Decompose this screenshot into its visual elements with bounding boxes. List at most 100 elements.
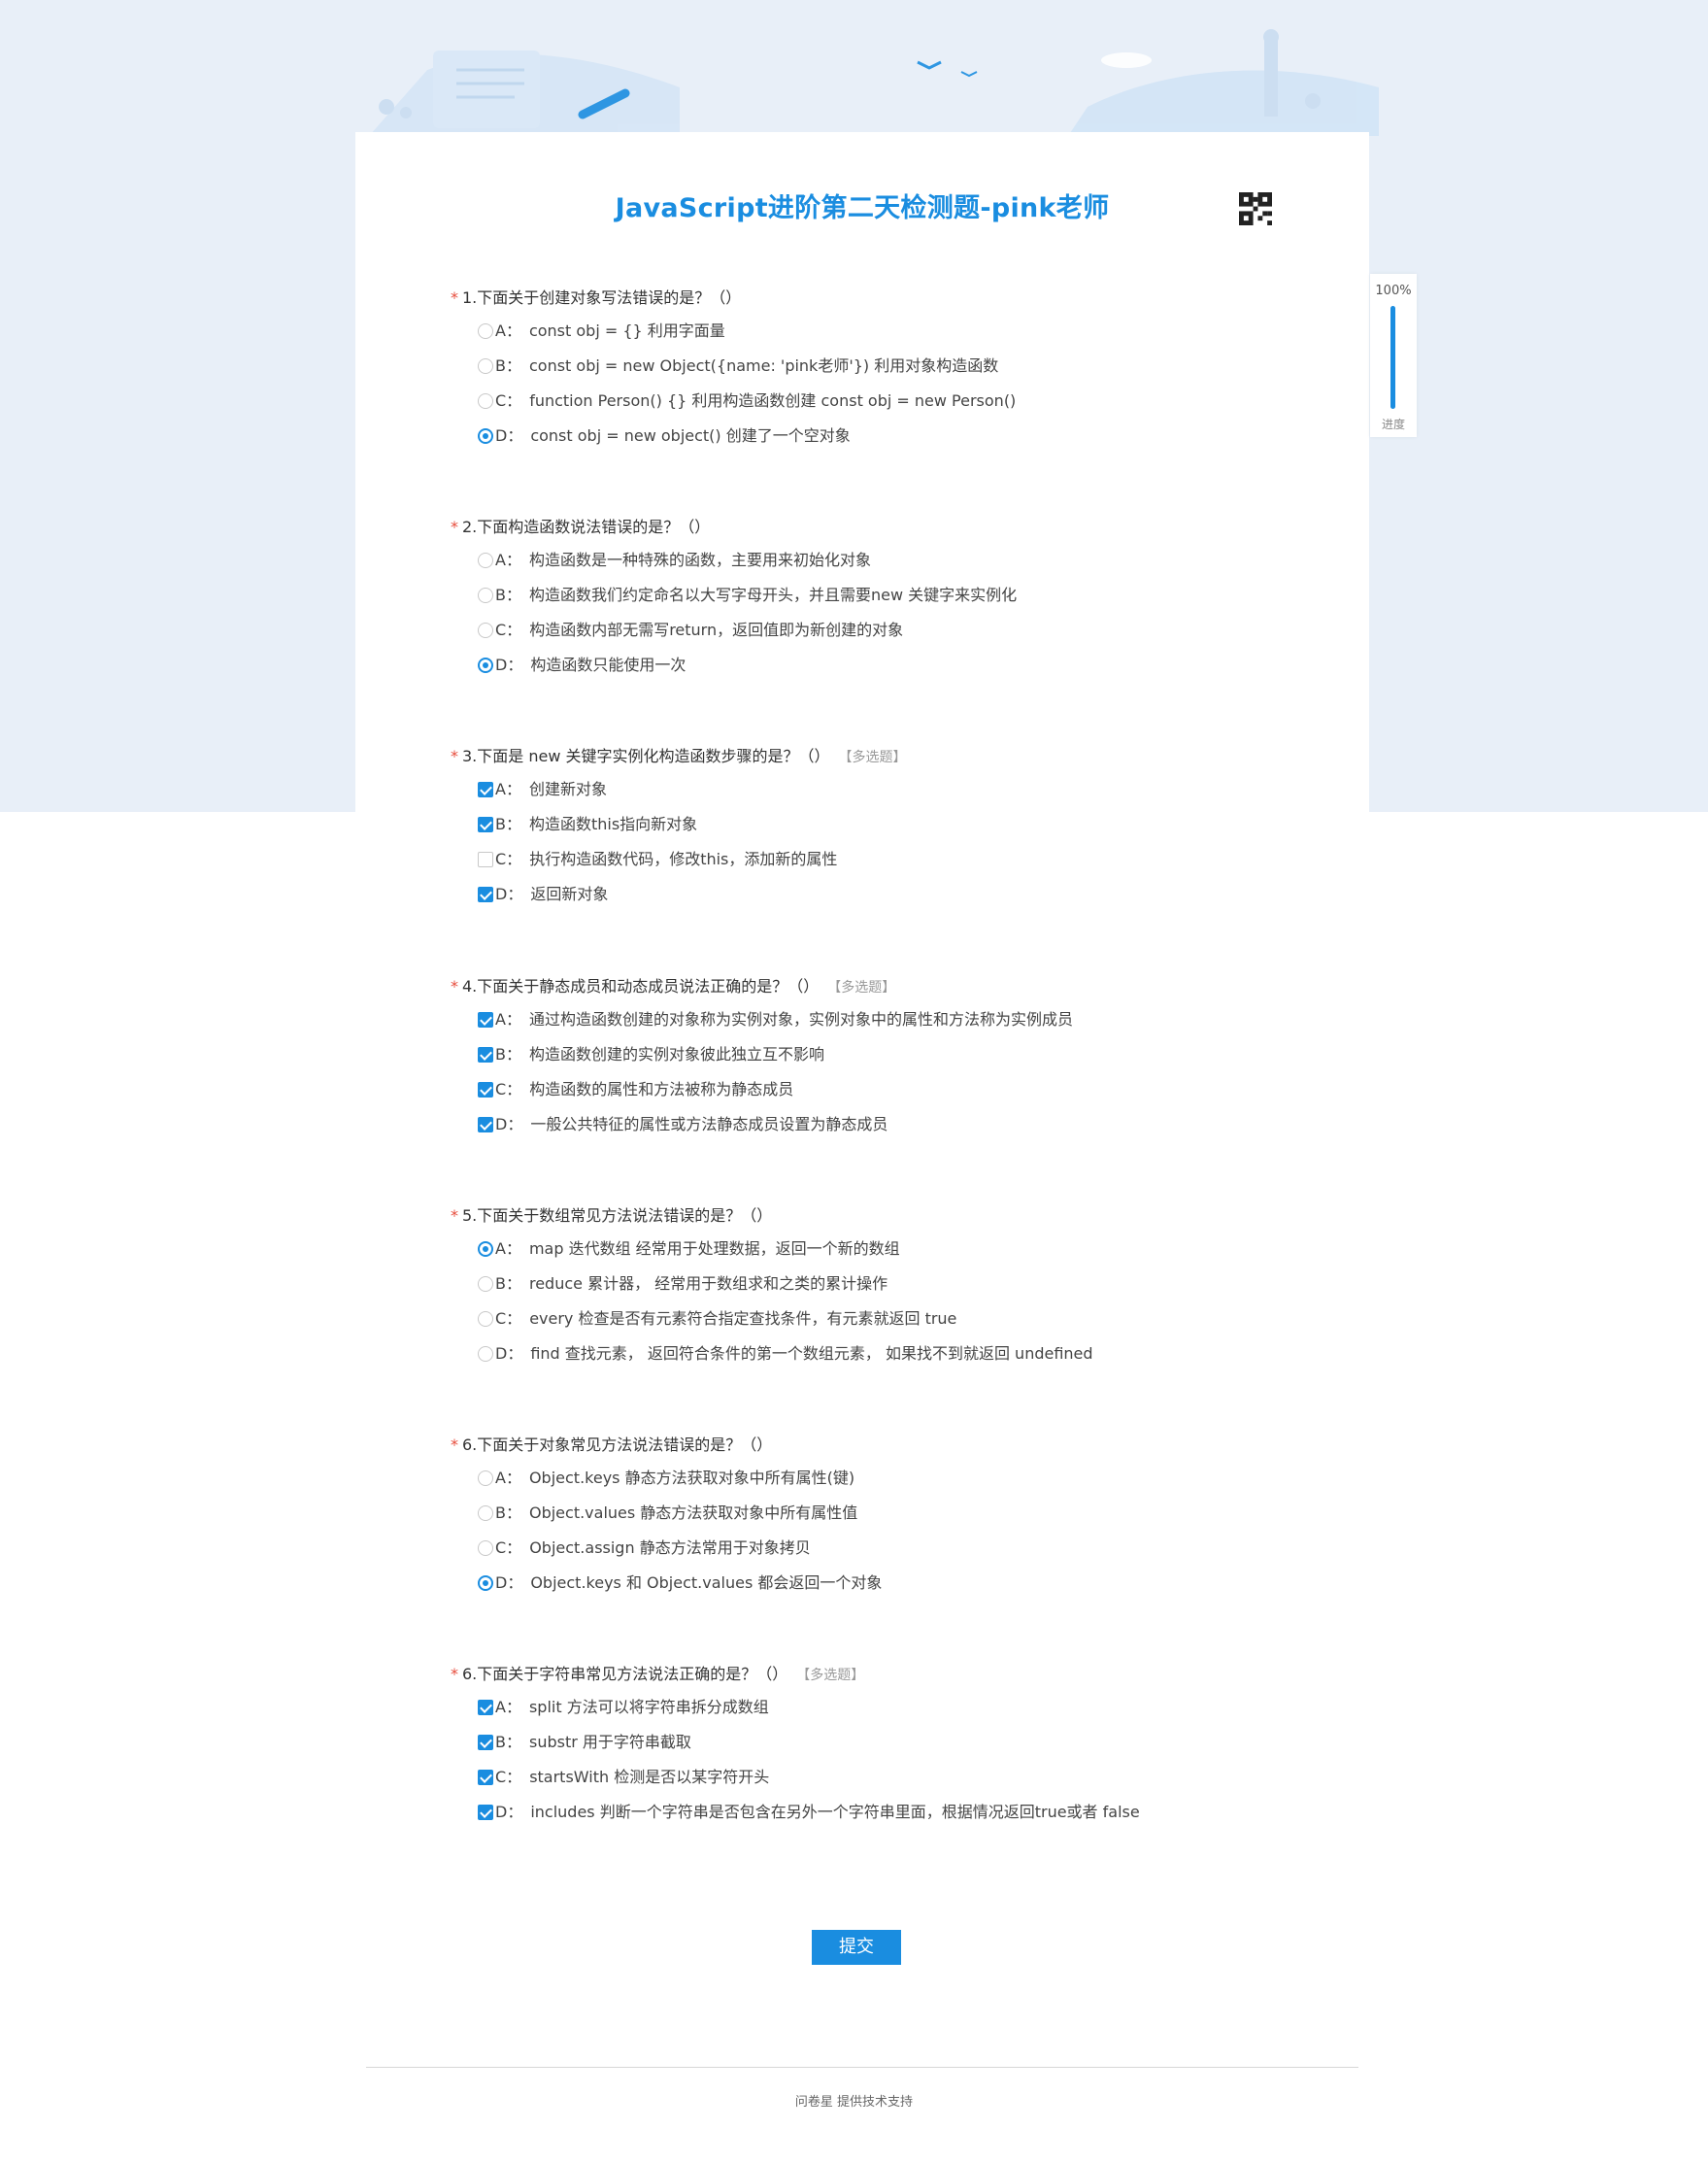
question-text: 6.下面关于对象常见方法说法错误的是？（）: [462, 1436, 773, 1454]
radio-button[interactable]: [478, 658, 493, 673]
checkbox[interactable]: [478, 1082, 493, 1098]
checkbox[interactable]: [478, 782, 493, 797]
option-key: B：: [495, 1045, 521, 1064]
progress-indicator: 100% 进度: [1370, 274, 1417, 437]
option-key: C：: [495, 1309, 522, 1328]
option-text: 构造函数的属性和方法被称为静态成员: [529, 1080, 794, 1098]
progress-label: 进度: [1381, 418, 1405, 431]
radio-option[interactable]: B： reduce 累计器， 经常用于数组求和之类的累计操作: [464, 1267, 1093, 1301]
checkbox-option[interactable]: D： 一般公共特征的属性或方法静态成员设置为静态成员: [464, 1107, 1073, 1142]
option-key: C：: [495, 850, 522, 868]
option-text: split 方法可以将字符串拆分成数组: [528, 1698, 769, 1716]
radio-button[interactable]: [478, 1470, 493, 1486]
radio-option[interactable]: C： every 检查是否有元素符合指定查找条件，有元素就返回 true: [464, 1301, 1093, 1336]
option-text: 构造函数this指向新对象: [528, 815, 698, 833]
radio-option[interactable]: A： map 迭代数组 经常用于处理数据，返回一个新的数组: [464, 1232, 1093, 1267]
checkbox-option[interactable]: D： includes 判断一个字符串是否包含在另外一个字符串里面，根据情况返回t…: [464, 1795, 1140, 1830]
radio-option[interactable]: C： function Person() {} 利用构造函数创建 const ob…: [464, 384, 1016, 419]
radio-option[interactable]: D： const obj = new object() 创建了一个空对象: [464, 419, 1016, 454]
radio-button[interactable]: [478, 623, 493, 638]
checkbox-option[interactable]: B： 构造函数创建的实例对象彼此独立互不影响: [464, 1037, 1073, 1072]
option-key: C：: [495, 1080, 522, 1098]
checkbox[interactable]: [478, 852, 493, 867]
checkbox-option[interactable]: A： 创建新对象: [464, 772, 907, 807]
question-title: * 4.下面关于静态成员和动态成员说法正确的是？（） 【多选题】: [451, 976, 1073, 997]
checkbox[interactable]: [478, 1770, 493, 1785]
checkbox-option[interactable]: C： 执行构造函数代码，修改this，添加新的属性: [464, 842, 907, 877]
radio-option[interactable]: D： find 查找元素， 返回符合条件的第一个数组元素， 如果找不到就返回 un…: [464, 1336, 1093, 1371]
radio-button[interactable]: [478, 393, 493, 409]
checkbox[interactable]: [478, 1012, 493, 1028]
option-key: D：: [495, 885, 523, 903]
radio-option[interactable]: D： 构造函数只能使用一次: [464, 648, 1017, 683]
radio-button[interactable]: [478, 553, 493, 568]
radio-button[interactable]: [478, 358, 493, 374]
required-mark: *: [451, 288, 458, 307]
radio-button[interactable]: [478, 323, 493, 339]
radio-option[interactable]: B： const obj = new Object({name: 'pink老师'…: [464, 349, 1016, 384]
checkbox-option[interactable]: D： 返回新对象: [464, 877, 907, 912]
checkbox[interactable]: [478, 1047, 493, 1063]
submit-button[interactable]: 提交: [812, 1930, 901, 1965]
option-key: A：: [495, 551, 521, 569]
question-title: * 1.下面关于创建对象写法错误的是？（）: [451, 287, 1016, 309]
option-text: reduce 累计器， 经常用于数组求和之类的累计操作: [528, 1274, 888, 1293]
checkbox[interactable]: [478, 1117, 493, 1132]
question-title: * 3.下面是 new 关键字实例化构造函数步骤的是？（） 【多选题】: [451, 746, 907, 767]
option-text: 返回新对象: [530, 885, 609, 903]
radio-button[interactable]: [478, 428, 493, 444]
banner-illustration: [369, 29, 1379, 136]
checkbox-option[interactable]: B： 构造函数this指向新对象: [464, 807, 907, 842]
radio-option[interactable]: C： Object.assign 静态方法常用于对象拷贝: [464, 1531, 882, 1566]
checkbox[interactable]: [478, 1700, 493, 1715]
checkbox-option[interactable]: B： substr 用于字符串截取: [464, 1725, 1140, 1760]
option-key: C：: [495, 391, 522, 410]
option-text: startsWith 检测是否以某字符开头: [529, 1768, 770, 1786]
question-block: * 2.下面构造函数说法错误的是？（） A： 构造函数是一种特殊的函数，主要用来初始化…: [451, 517, 1017, 683]
option-text: Object.values 静态方法获取对象中所有属性值: [528, 1503, 858, 1522]
checkbox[interactable]: [478, 1805, 493, 1820]
option-key: A：: [495, 321, 521, 340]
checkbox-option[interactable]: A： split 方法可以将字符串拆分成数组: [464, 1690, 1140, 1725]
option-text: 构造函数内部无需写return，返回值即为新创建的对象: [529, 621, 904, 639]
required-mark: *: [451, 1206, 458, 1225]
radio-button[interactable]: [478, 1276, 493, 1292]
radio-button[interactable]: [478, 1575, 493, 1591]
radio-button[interactable]: [478, 1241, 493, 1257]
radio-option[interactable]: A： Object.keys 静态方法获取对象中所有属性(键): [464, 1461, 882, 1496]
radio-option[interactable]: D： Object.keys 和 Object.values 都会返回一个对象: [464, 1566, 882, 1601]
checkbox-option[interactable]: C： 构造函数的属性和方法被称为静态成员: [464, 1072, 1073, 1107]
multi-select-tag: 【多选题】: [834, 980, 896, 996]
radio-option[interactable]: A： const obj = {} 利用字面量: [464, 314, 1016, 349]
option-text: 一般公共特征的属性或方法静态成员设置为静态成员: [530, 1115, 888, 1133]
radio-button[interactable]: [478, 1540, 493, 1556]
option-text: function Person() {} 利用构造函数创建 const obj …: [529, 391, 1017, 410]
question-text: 2.下面构造函数说法错误的是？（）: [462, 518, 711, 536]
option-text: Object.keys 静态方法获取对象中所有属性(键): [528, 1469, 855, 1487]
radio-button[interactable]: [478, 1346, 493, 1362]
radio-button[interactable]: [478, 1311, 493, 1327]
checkbox[interactable]: [478, 887, 493, 902]
footer-divider: [366, 2067, 1358, 2068]
checkbox-option[interactable]: A： 通过构造函数创建的对象称为实例对象，实例对象中的属性和方法称为实例成员: [464, 1002, 1073, 1037]
radio-button[interactable]: [478, 1505, 493, 1521]
footer-text: 问卷星 提供技术支持: [794, 2095, 914, 2110]
option-key: C：: [495, 1538, 522, 1557]
option-key: D：: [495, 1115, 523, 1133]
radio-option[interactable]: B： Object.values 静态方法获取对象中所有属性值: [464, 1496, 882, 1531]
radio-option[interactable]: A： 构造函数是一种特殊的函数，主要用来初始化对象: [464, 543, 1017, 578]
checkbox-option[interactable]: C： startsWith 检测是否以某字符开头: [464, 1760, 1140, 1795]
radio-button[interactable]: [478, 588, 493, 603]
option-key: B：: [495, 586, 521, 604]
option-key: D：: [495, 426, 523, 445]
question-block: * 6.下面关于对象常见方法说法错误的是？（） A： Object.keys 静态方法…: [451, 1435, 882, 1601]
multi-select-tag: 【多选题】: [803, 1668, 865, 1683]
option-text: const obj = new object() 创建了一个空对象: [530, 426, 851, 445]
checkbox[interactable]: [478, 817, 493, 832]
option-key: C：: [495, 621, 522, 639]
radio-option[interactable]: B： 构造函数我们约定命名以大写字母开头，并且需要new 关键字来实例化: [464, 578, 1017, 613]
checkbox[interactable]: [478, 1735, 493, 1750]
qr-code-icon[interactable]: [1239, 192, 1272, 225]
option-key: A：: [495, 780, 521, 798]
radio-option[interactable]: C： 构造函数内部无需写return，返回值即为新创建的对象: [464, 613, 1017, 648]
